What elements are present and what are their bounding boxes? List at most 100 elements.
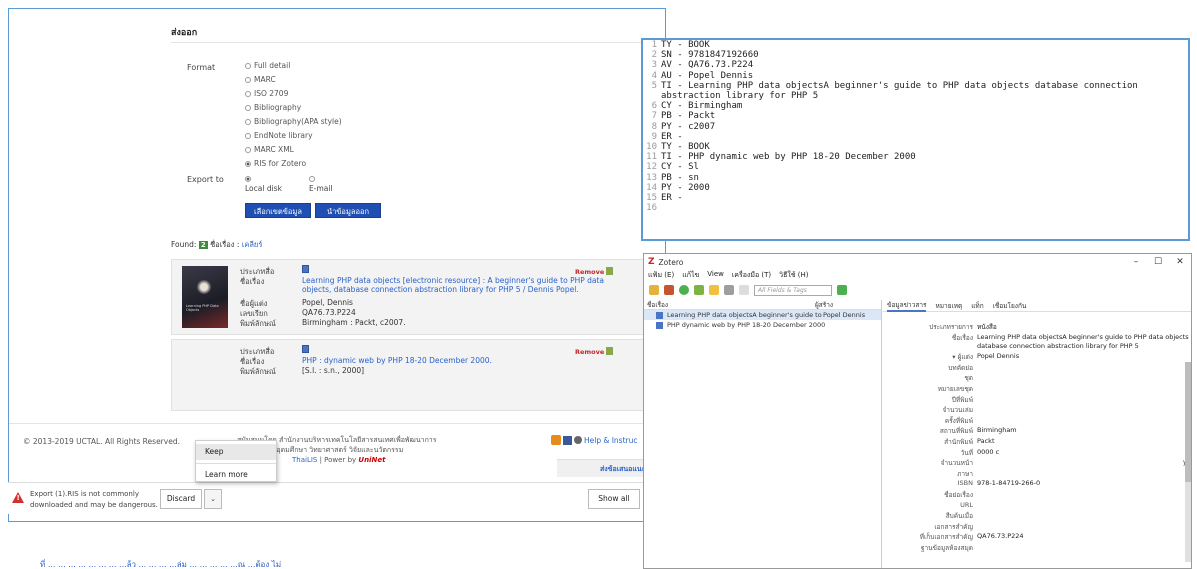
code-line: 13 PB - sn (646, 172, 699, 183)
sync-icon[interactable] (837, 285, 847, 295)
field-label: ▾ ผู้แต่ง (952, 353, 973, 362)
select-fields-button[interactable]: เลือกเขตข้อมูล (245, 203, 311, 218)
footer-divider (9, 423, 665, 424)
code-line: 4 AU - Popel Dennis (651, 70, 754, 81)
clear-link[interactable]: เคลียร์ (242, 240, 263, 249)
discard-button[interactable]: Discard (160, 489, 202, 509)
code-line: 2 SN - 9781847192660 (651, 50, 759, 61)
new-library-icon[interactable] (664, 285, 674, 295)
field-value[interactable]: database connection abstraction library … (977, 342, 1139, 350)
field-value[interactable]: 0000 c (977, 448, 999, 456)
advanced-search-icon[interactable] (739, 285, 749, 295)
code-line: 8 PY - c2007 (651, 121, 716, 132)
zotero-logo-icon: Z (648, 257, 655, 267)
show-all-button[interactable]: Show all (588, 489, 640, 509)
scrollbar[interactable] (1185, 362, 1191, 562)
field-value[interactable]: Popel Dennis (977, 352, 1019, 360)
menu-file[interactable]: แฟ้ม (E) (648, 270, 674, 282)
menu-view[interactable]: View (707, 270, 724, 282)
column-title[interactable]: ชื่อเรื่อง (644, 300, 812, 309)
bottom-caption: ที่ ... ... ... ... ... ... ... ...ล้ว .… (40, 560, 282, 569)
add-by-identifier-icon[interactable] (694, 285, 704, 295)
tab-notes[interactable]: หมายเหตุ (935, 301, 962, 311)
help-link[interactable]: Help & Instruc (551, 435, 638, 445)
field-label: สถานที่พิมพ์ (939, 427, 973, 436)
radio-icon[interactable] (245, 132, 251, 139)
format-option-ris-zotero[interactable]: RIS for Zotero (245, 159, 306, 168)
code-line: 14 PY - 2000 (646, 182, 710, 193)
zotero-menubar: แฟ้ม (E) แก้ไข View เครื่องมือ (T) วิธีใ… (644, 270, 1191, 282)
radio-icon[interactable] (245, 76, 251, 83)
book-cover-image: Learning PHP Data Objects (182, 266, 228, 328)
menu-tools[interactable]: เครื่องมือ (T) (732, 270, 771, 282)
tab-related[interactable]: เชื่อมโยงกัน (993, 301, 1027, 311)
download-bar: Export (1).RIS is not commonly downloade… (8, 482, 648, 514)
menu-help[interactable]: วิธีใช้ (H) (779, 270, 808, 282)
code-line: 10 TY - BOOK (646, 142, 710, 153)
radio-icon[interactable] (245, 104, 251, 111)
field-label: ปีที่พิมพ์ (951, 395, 973, 404)
field-label: ฐานข้อมูลห้องสมุด (920, 544, 973, 552)
radio-icon[interactable] (245, 62, 251, 69)
field-value[interactable]: Learning PHP data objectsA beginner's gu… (977, 333, 1189, 341)
radio-icon[interactable] (245, 90, 251, 97)
format-option-bibliography[interactable]: Bibliography (245, 103, 301, 112)
field-value[interactable]: Birmingham (977, 426, 1017, 434)
result-title-link[interactable]: PHP : dynamic web by PHP 18-20 December … (302, 356, 612, 365)
search-input[interactable]: All Fields & Tags (754, 284, 832, 296)
format-option-endnote[interactable]: EndNote library (245, 131, 313, 140)
zotero-titlebar: Z Zotero – ☐ ✕ (644, 254, 1191, 270)
new-note-icon[interactable] (709, 285, 719, 295)
book-icon (656, 321, 663, 329)
result-title-link[interactable]: Learning PHP data objects [electronic re… (302, 276, 612, 294)
ebook-icon (302, 265, 309, 275)
menu-item-learn-more[interactable]: Learn more (196, 467, 276, 483)
close-icon[interactable]: ✕ (1169, 257, 1191, 267)
new-item-icon[interactable] (679, 285, 689, 295)
code-line: 15 ER - (646, 193, 683, 204)
attachment-icon[interactable] (724, 285, 734, 295)
radio-icon[interactable] (245, 146, 251, 153)
format-option-iso-2709[interactable]: ISO 2709 (245, 89, 288, 98)
column-creator[interactable]: ผู้สร้าง (812, 300, 872, 309)
tab-tags[interactable]: แท็ก (971, 301, 983, 311)
field-value[interactable]: หนังสือ (977, 322, 997, 332)
remove-button[interactable]: Remove (575, 347, 614, 356)
format-option-bibliography-apa[interactable]: Bibliography(APA style) (245, 117, 342, 126)
menu-edit[interactable]: แก้ไข (682, 270, 699, 282)
radio-checked-icon[interactable] (245, 176, 251, 182)
field-label: สืบค้นเมื่อ (945, 512, 973, 521)
export-to-local-disk[interactable]: Local disk (245, 175, 282, 193)
minimize-icon[interactable]: – (1125, 257, 1147, 267)
result-publication: [S.l. : s.n., 2000] (302, 366, 365, 375)
menu-item-keep[interactable]: Keep (196, 444, 276, 460)
field-value[interactable]: Packt (977, 437, 995, 445)
remove-button[interactable]: Remove (575, 267, 614, 276)
field-value[interactable]: QA76.73.P224 (977, 532, 1024, 540)
new-collection-icon[interactable] (649, 285, 659, 295)
format-option-marc-xml[interactable]: MARC XML (245, 145, 294, 154)
menu-divider (196, 463, 276, 464)
export-to-email[interactable]: E-mail (309, 175, 333, 193)
facebook-icon[interactable] (563, 435, 572, 445)
export-data-button[interactable]: นำข้อมูลออก (315, 203, 381, 218)
format-option-full-detail[interactable]: Full detail (245, 61, 290, 70)
chevron-down-icon[interactable]: ⌄ (204, 489, 222, 509)
radio-icon[interactable] (245, 118, 251, 125)
zotero-window: Z Zotero – ☐ ✕ แฟ้ม (E) แก้ไข View เครื่… (643, 253, 1192, 569)
format-option-marc[interactable]: MARC (245, 75, 276, 84)
radio-checked-icon[interactable] (245, 160, 251, 167)
radio-icon[interactable] (309, 176, 315, 182)
code-line: 6 CY - Birmingham (651, 101, 743, 112)
library-export-page: ส่งออก Format Full detail MARC ISO 2709 … (8, 8, 666, 522)
field-label: ชุด (964, 374, 973, 383)
field-label: บทคัดย่อ (948, 363, 973, 372)
uninet-logo: UniNet (358, 456, 386, 464)
field-label: เอกสารสำคัญ (934, 522, 973, 531)
tab-info[interactable]: ข้อมูลข่าวสาร (887, 300, 927, 312)
maximize-icon[interactable]: ☐ (1147, 257, 1169, 267)
item-row[interactable]: Learning PHP data objectsA beginner's gu… (644, 310, 881, 320)
field-value[interactable]: 978-1-84719-266-0 (977, 479, 1040, 487)
code-line: 11 TI - PHP dynamic web by PHP 18-20 Dece… (646, 152, 916, 163)
item-row[interactable]: PHP dynamic web by PHP 18-20 December 20… (644, 320, 881, 330)
